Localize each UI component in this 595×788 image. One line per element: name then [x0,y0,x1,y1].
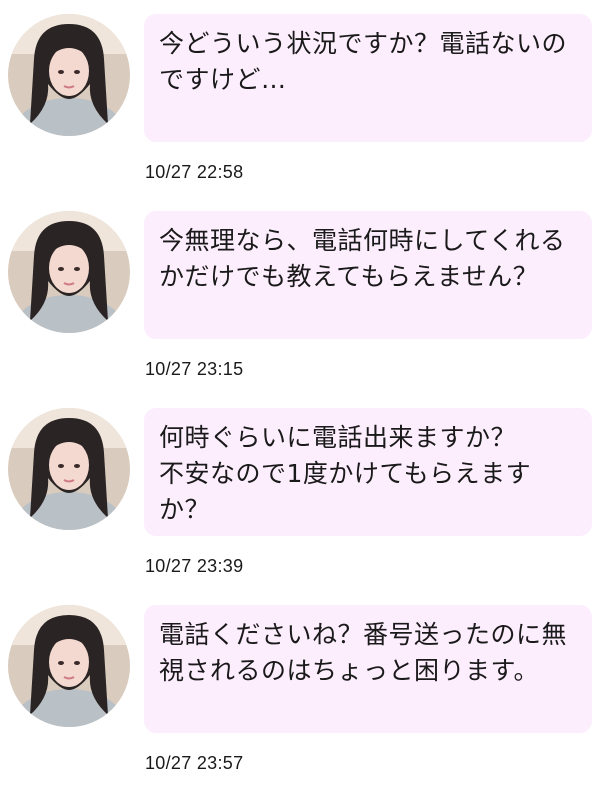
chat-thread: 今どういう状況ですか？電話ないのですけど… 10/27 22:58 今無理なら、… [0,0,595,781]
message-timestamp: 10/27 23:15 [145,359,244,379]
message-timestamp: 10/27 23:39 [145,556,244,576]
message-bubble: 何時ぐらいに電話出来ますか？ 不安なので1度かけてもらえますか？ [144,408,592,536]
avatar-photo-icon [8,211,130,333]
message-item: 今どういう状況ですか？電話ないのですけど… 10/27 22:58 [0,0,595,197]
avatar[interactable] [8,211,130,333]
message-bubble: 今どういう状況ですか？電話ないのですけど… [144,14,592,142]
message-timestamp: 10/27 22:58 [145,162,244,182]
message-item: 何時ぐらいに電話出来ますか？ 不安なので1度かけてもらえますか？ 10/27 2… [0,394,595,591]
avatar[interactable] [8,14,130,136]
message-bubble: 今無理なら、電話何時にしてくれるかだけでも教えてもらえません？ [144,211,592,339]
avatar[interactable] [8,605,130,727]
avatar-photo-icon [8,14,130,136]
avatar[interactable] [8,408,130,530]
message-item: 今無理なら、電話何時にしてくれるかだけでも教えてもらえません？ 10/27 23… [0,197,595,394]
message-timestamp: 10/27 23:57 [145,753,244,773]
message-bubble: 電話くださいね？番号送ったのに無視されるのはちょっと困ります。 [144,605,592,733]
avatar-photo-icon [8,605,130,727]
avatar-photo-icon [8,408,130,530]
message-item: 電話くださいね？番号送ったのに無視されるのはちょっと困ります。 10/27 23… [0,591,595,788]
